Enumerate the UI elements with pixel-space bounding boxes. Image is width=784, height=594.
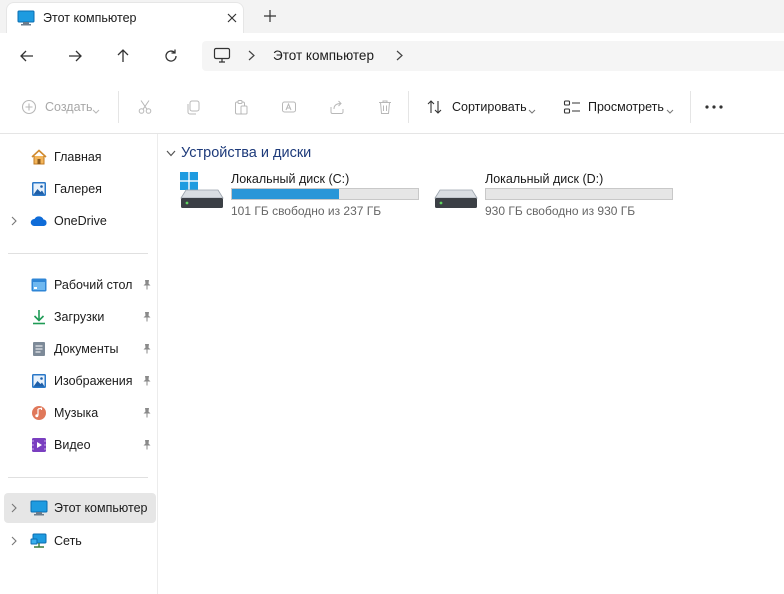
drive-usage-bar [231, 188, 419, 200]
back-button[interactable] [13, 42, 41, 70]
collapse-group-chevron-icon[interactable] [166, 146, 176, 160]
expand-chevron-icon[interactable] [4, 536, 24, 546]
more-options-icon[interactable] [703, 96, 725, 118]
new-icon[interactable] [18, 96, 40, 118]
close-tab-icon[interactable] [221, 7, 243, 29]
nav-label: Рабочий стол [54, 278, 133, 292]
hard-drive-icon [434, 188, 478, 213]
home-icon [30, 148, 48, 166]
nav-label: Документы [54, 342, 119, 356]
drive-free-space: 101 ГБ свободно из 237 ГБ [231, 204, 382, 218]
share-icon[interactable] [326, 96, 348, 118]
breadcrumb-this-pc[interactable]: Этот компьютер [273, 48, 374, 63]
expand-chevron-icon[interactable] [4, 216, 24, 226]
paste-icon[interactable] [230, 96, 252, 118]
toolbar-divider [118, 91, 119, 123]
nav-label: Сеть [54, 534, 82, 548]
pictures-icon [30, 372, 48, 390]
videos-icon [30, 436, 48, 454]
cut-icon[interactable] [134, 96, 156, 118]
monitor-icon [17, 10, 35, 29]
tab-this-pc[interactable]: Этот компьютер [6, 2, 244, 33]
expand-chevron-icon[interactable] [4, 503, 24, 513]
delete-icon[interactable] [374, 96, 396, 118]
nav-item-pictures[interactable]: Изображения [4, 366, 156, 396]
nav-label: Загрузки [54, 310, 105, 324]
devices-group-title[interactable]: Устройства и диски [181, 145, 311, 161]
create-button[interactable]: Создать [45, 100, 93, 114]
drive-c[interactable]: Локальный диск (C:) 101 ГБ свободно из 2… [178, 170, 428, 218]
refresh-button[interactable] [157, 42, 185, 70]
hard-drive-icon [180, 188, 224, 213]
forward-button[interactable] [61, 42, 89, 70]
music-icon [30, 404, 48, 422]
nav-label: Галерея [54, 182, 102, 196]
chevron-down-icon [528, 103, 536, 117]
tab-title: Этот компьютер [43, 11, 137, 25]
nav-label: Видео [54, 438, 91, 452]
nav-item-gallery[interactable]: Галерея [4, 174, 156, 204]
nav-item-desktop[interactable]: Рабочий стол [4, 270, 156, 300]
nav-label: Этот компьютер [54, 501, 148, 515]
this-pc-icon [30, 499, 48, 517]
pin-icon[interactable] [142, 279, 152, 293]
drive-name: Локальный диск (C:) [231, 172, 350, 186]
desktop-icon [30, 276, 48, 294]
drive-name: Локальный диск (D:) [485, 172, 604, 186]
up-button[interactable] [109, 42, 137, 70]
nav-divider [8, 253, 148, 254]
documents-icon [30, 340, 48, 358]
gallery-icon [30, 180, 48, 198]
view-button[interactable]: Просмотреть [588, 100, 664, 114]
nav-item-videos[interactable]: Видео [4, 430, 156, 460]
nav-label: Музыка [54, 406, 99, 420]
drive-d[interactable]: Локальный диск (D:) 930 ГБ свободно из 9… [432, 170, 682, 218]
pin-icon[interactable] [142, 311, 152, 325]
sort-button[interactable]: Сортировать [452, 100, 527, 114]
drive-free-space: 930 ГБ свободно из 930 ГБ [485, 204, 636, 218]
nav-item-music[interactable]: Музыка [4, 398, 156, 428]
nav-item-network[interactable]: Сеть [4, 526, 156, 556]
new-tab-button[interactable] [258, 5, 282, 27]
pin-icon[interactable] [142, 375, 152, 389]
rename-icon[interactable] [278, 96, 300, 118]
network-icon [30, 532, 48, 550]
nav-label: OneDrive [54, 214, 107, 228]
downloads-icon [30, 308, 48, 326]
pin-icon[interactable] [142, 439, 152, 453]
sort-icon[interactable] [424, 96, 446, 118]
pin-icon[interactable] [142, 407, 152, 421]
pin-icon[interactable] [142, 343, 152, 357]
computer-icon [213, 47, 231, 67]
copy-icon[interactable] [182, 96, 204, 118]
breadcrumb-chevron-icon[interactable] [396, 50, 403, 64]
nav-item-downloads[interactable]: Загрузки [4, 302, 156, 332]
drive-usage-fill [232, 189, 339, 199]
drive-usage-bar [485, 188, 673, 200]
breadcrumb-chevron-icon[interactable] [248, 50, 255, 64]
nav-item-home[interactable]: Главная [4, 142, 156, 172]
chevron-down-icon [92, 103, 100, 117]
view-icon[interactable] [561, 96, 583, 118]
toolbar-divider [690, 91, 691, 123]
nav-item-documents[interactable]: Документы [4, 334, 156, 364]
chevron-down-icon [666, 103, 674, 117]
nav-divider [8, 477, 148, 478]
nav-label: Изображения [54, 374, 133, 388]
nav-label: Главная [54, 150, 102, 164]
nav-item-onedrive[interactable]: OneDrive [4, 206, 156, 236]
nav-item-this-pc[interactable]: Этот компьютер [4, 493, 156, 523]
toolbar-divider [408, 91, 409, 123]
onedrive-icon [30, 212, 48, 230]
